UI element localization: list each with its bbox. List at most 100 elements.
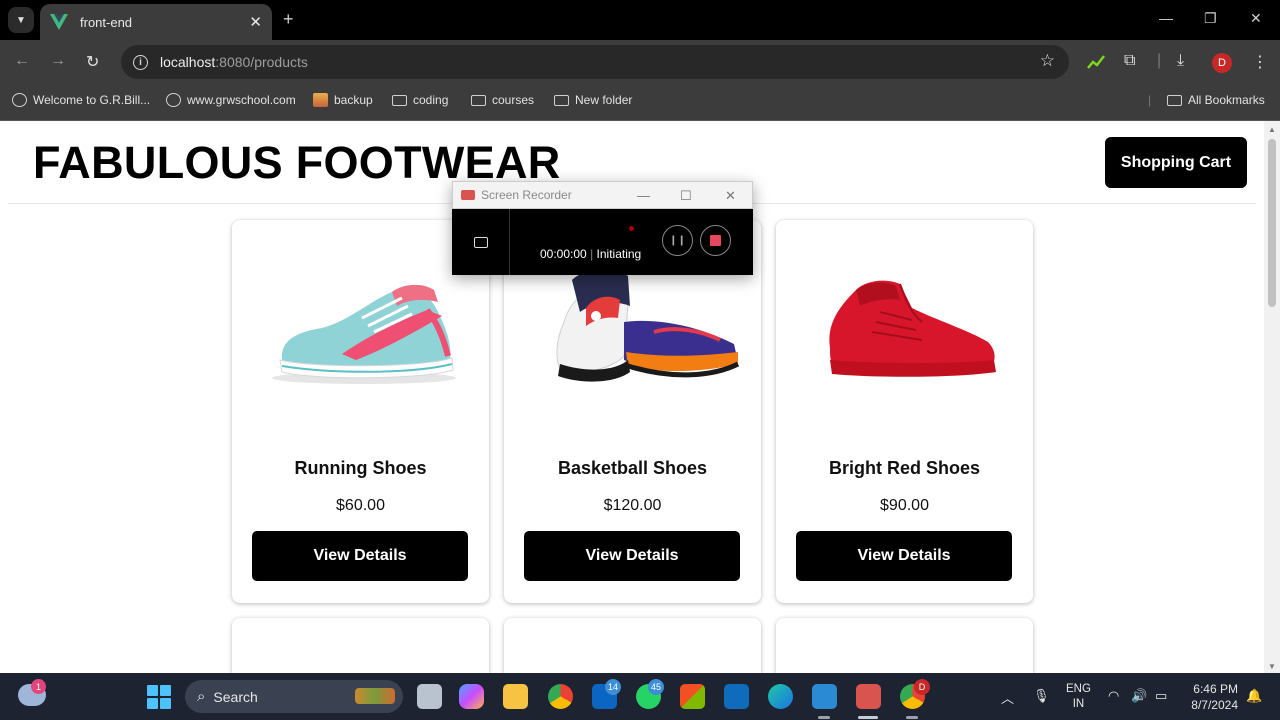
folder-icon <box>471 94 486 106</box>
recorder-folder-button[interactable] <box>452 209 510 275</box>
product-name: Bright Red Shoes <box>828 458 980 478</box>
product-card <box>776 618 1033 673</box>
view-details-button[interactable]: View Details <box>796 531 1012 581</box>
back-icon[interactable]: ← <box>14 52 30 70</box>
recorder-controls: 00:00:00 | Initiating ❙❙ <box>452 209 753 275</box>
start-tile <box>147 685 158 696</box>
tab-search-button[interactable]: ▼ <box>8 7 34 33</box>
start-button[interactable] <box>147 685 171 709</box>
bookmark-label: www.grwschool.com <box>187 93 296 107</box>
all-bookmarks-label: All Bookmarks <box>1188 93 1265 107</box>
product-card: Running Shoes $60.00 View Details <box>232 220 489 603</box>
clock-time: 6:46 PM <box>1193 682 1238 696</box>
recorder-maximize-icon[interactable]: ☐ <box>680 188 692 204</box>
language-indicator[interactable]: ENG IN <box>1066 682 1091 712</box>
battery-icon[interactable]: ▭ <box>1155 688 1167 704</box>
view-details-button[interactable]: View Details <box>252 531 468 581</box>
stop-icon <box>710 235 721 246</box>
start-tile <box>147 698 158 709</box>
recording-dot <box>629 226 634 231</box>
notifications-icon[interactable]: 🔔 <box>1246 688 1262 704</box>
tab-front-end[interactable]: front-end ✕ <box>40 4 272 40</box>
lang-region: IN <box>1072 698 1085 710</box>
bookmark-new-folder[interactable]: New folder <box>554 93 632 107</box>
shopping-cart-button[interactable]: Shopping Cart <box>1105 137 1247 188</box>
whatsapp-badge: 45 <box>648 679 665 695</box>
task-view-icon[interactable] <box>417 684 442 709</box>
recorder-time: 00:00:00 <box>540 247 587 261</box>
product-name: Basketball Shoes <box>557 458 708 478</box>
scroll-down-icon[interactable]: ▼ <box>1268 662 1276 671</box>
start-tile <box>160 685 171 696</box>
store-icon[interactable] <box>680 684 705 709</box>
menu-icon[interactable]: ⋮ <box>1252 52 1268 72</box>
screen-recorder-window: Screen Recorder — ☐ ✕ 00:00:00 | Initiat… <box>452 181 753 275</box>
edge-icon[interactable] <box>768 684 793 709</box>
search-label: Search <box>213 688 258 705</box>
file-explorer-icon[interactable] <box>503 684 528 709</box>
bookmarks-divider: | <box>1148 93 1152 107</box>
new-tab-icon[interactable]: + <box>283 9 294 30</box>
bookmark-label: New folder <box>575 93 633 107</box>
wifi-icon[interactable]: ◠ <box>1108 688 1119 704</box>
reload-icon[interactable]: ↻ <box>86 52 99 72</box>
screen-recorder-icon[interactable] <box>856 684 881 709</box>
copilot-icon[interactable] <box>459 684 484 709</box>
all-bookmarks[interactable]: All Bookmarks <box>1167 93 1265 107</box>
profile-avatar[interactable]: D <box>1212 53 1232 73</box>
outlook-icon[interactable] <box>724 684 749 709</box>
tab-close-icon[interactable]: ✕ <box>249 13 262 31</box>
restore-icon[interactable]: ❐ <box>1204 10 1217 27</box>
bookmark-grwschool[interactable]: www.grwschool.com <box>166 93 296 107</box>
pause-button[interactable]: ❙❙ <box>662 225 693 256</box>
bookmark-welcome[interactable]: Welcome to G.R.Bill... <box>12 93 150 107</box>
toolbar-divider: | <box>1157 52 1162 69</box>
lang-code: ENG <box>1066 683 1091 695</box>
running-indicator <box>818 716 830 719</box>
chrome-icon[interactable] <box>548 684 573 709</box>
weather-badge: 1 <box>31 679 46 694</box>
folder-icon <box>1167 94 1182 106</box>
address-bar[interactable]: i localhost :8080/products ☆ <box>121 45 1069 79</box>
bookmark-label: Welcome to G.R.Bill... <box>33 93 151 107</box>
volume-icon[interactable]: 🔊 <box>1131 688 1147 704</box>
bookmark-coding[interactable]: coding <box>392 93 448 107</box>
url-host: localhost <box>160 54 216 70</box>
bookmark-label: backup <box>334 93 373 107</box>
search-icon: ⌕ <box>197 688 206 705</box>
scroll-up-icon[interactable]: ▲ <box>1268 125 1276 134</box>
system-clock[interactable]: 6:46 PM 8/7/2024 <box>1186 681 1238 713</box>
product-card <box>232 618 489 673</box>
stop-button[interactable] <box>700 225 731 256</box>
image-icon <box>313 93 328 107</box>
view-details-button[interactable]: View Details <box>524 531 740 581</box>
minimize-icon[interactable]: — <box>1159 10 1173 26</box>
bookmark-backup[interactable]: backup <box>313 93 373 107</box>
page-scrollbar[interactable]: ▲ ▼ <box>1264 121 1280 673</box>
folder-icon <box>392 94 407 106</box>
tray-overflow-icon[interactable]: ︿ <box>1001 688 1014 707</box>
extensions-icon[interactable]: ⧉ <box>1124 52 1135 70</box>
recorder-titlebar[interactable]: Screen Recorder — ☐ ✕ <box>452 181 753 209</box>
extension-chart-icon[interactable] <box>1087 54 1105 70</box>
bookmark-star-icon[interactable]: ☆ <box>1040 51 1055 71</box>
basketball-shoe-image <box>556 269 740 382</box>
bookmark-courses[interactable]: courses <box>471 93 534 107</box>
window-close-icon[interactable]: ✕ <box>1250 10 1262 27</box>
recorder-state: Initiating <box>596 247 642 261</box>
scrollbar-thumb[interactable] <box>1268 139 1276 307</box>
folder-icon <box>473 236 488 248</box>
running-indicator <box>906 716 918 719</box>
microphone-icon[interactable]: 🎙 <box>1033 688 1050 704</box>
recorder-minimize-icon[interactable]: — <box>637 188 650 203</box>
downloads-icon[interactable]: ⤓ <box>1177 52 1184 70</box>
forward-icon[interactable]: → <box>50 52 66 70</box>
vscode-icon[interactable] <box>812 684 837 709</box>
product-price: $60.00 <box>336 497 385 514</box>
vue-logo-icon <box>50 14 68 30</box>
chrome-profile-badge: D <box>914 679 930 695</box>
taskbar-search[interactable]: ⌕ Search <box>185 680 403 713</box>
site-info-icon[interactable]: i <box>133 54 148 70</box>
tab-bar: ▼ front-end ✕ + — ❐ ✕ <box>0 0 1280 40</box>
recorder-close-icon[interactable]: ✕ <box>725 188 736 204</box>
